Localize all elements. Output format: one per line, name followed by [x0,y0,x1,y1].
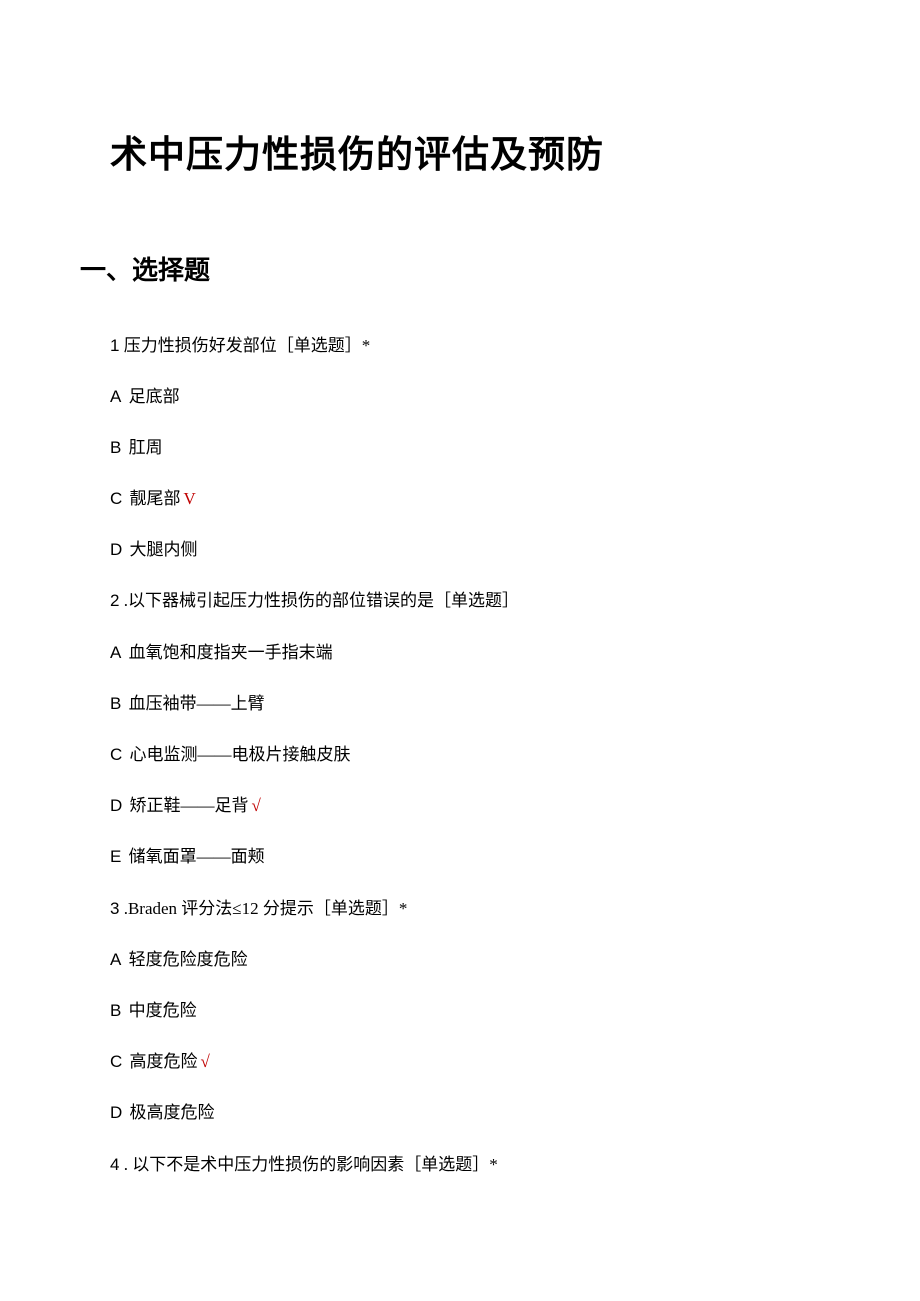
answer-option: B 中度危险 [110,997,810,1024]
option-label: C [110,489,122,508]
check-mark-icon: √ [201,1052,210,1071]
option-label: D [110,796,122,815]
section-heading: 一、选择题 [80,250,810,292]
option-label: A [110,950,121,969]
required-star: * [399,899,408,918]
answer-option: D 大腿内侧 [110,536,810,563]
check-mark-icon: V [184,489,196,508]
option-label: B [110,438,121,457]
answer-option: A 足底部 [110,383,810,410]
question-text: . 以下不是术中压力性损伤的影响因素［单选题］ [119,1155,489,1174]
answer-option: D 极高度危险 [110,1099,810,1126]
option-text: 大腿内侧 [125,540,197,559]
option-text: 矫正鞋——足背 [125,796,248,815]
question-text: 压力性损伤好发部位［单选题］ [119,336,361,355]
answer-option: A 血氧饱和度指夹一手指末端 [110,639,810,666]
option-label: C [110,745,122,764]
option-label: D [110,1103,122,1122]
questions-container: 1 压力性损伤好发部位［单选题］* A 足底部 B 肛周 C 靓尾部V D 大腿内侧 2 … [110,332,810,1178]
answer-option: D 矫正鞋——足背√ [110,792,810,819]
option-label: A [110,387,121,406]
option-text: 足底部 [124,387,179,406]
check-mark-icon: √ [252,796,261,815]
option-text: 血氧饱和度指夹一手指末端 [124,643,332,662]
option-label: B [110,1001,121,1020]
option-label: D [110,540,122,559]
question-stem: 1 压力性损伤好发部位［单选题］* [110,332,810,359]
question-text: .以下器械引起压力性损伤的部位错误的是［单选题］ [119,591,519,610]
option-text: 轻度危险度危险 [124,950,247,969]
required-star: * [489,1155,498,1174]
option-label: C [110,1052,122,1071]
option-text: 高度危险 [125,1052,197,1071]
option-label: E [110,847,121,866]
answer-option: A 轻度危险度危险 [110,946,810,973]
answer-option: C 靓尾部V [110,485,810,512]
document-title: 术中压力性损伤的评估及预防 [110,130,810,180]
option-text: 靓尾部 [125,489,180,508]
option-text: 血压袖带——上臂 [124,694,264,713]
answer-option: C 高度危险√ [110,1048,810,1075]
option-label: B [110,694,121,713]
option-text: 肛周 [124,438,162,457]
option-label: A [110,643,121,662]
answer-option: B 血压袖带——上臂 [110,690,810,717]
answer-option: E 储氧面罩——面颊 [110,843,810,870]
question-stem: 4 . 以下不是术中压力性损伤的影响因素［单选题］* [110,1151,810,1178]
option-text: 极高度危险 [125,1103,214,1122]
option-text: 心电监测——电极片接触皮肤 [125,745,350,764]
question-stem: 2 .以下器械引起压力性损伤的部位错误的是［单选题］ [110,587,810,614]
answer-option: C 心电监测——电极片接触皮肤 [110,741,810,768]
question-stem: 3 .Braden 评分法≤12 分提示［单选题］* [110,895,810,922]
question-text: .Braden 评分法≤12 分提示［单选题］ [119,899,398,918]
answer-option: B 肛周 [110,434,810,461]
required-star: * [362,336,371,355]
option-text: 储氧面罩——面颊 [124,847,264,866]
option-text: 中度危险 [124,1001,196,1020]
